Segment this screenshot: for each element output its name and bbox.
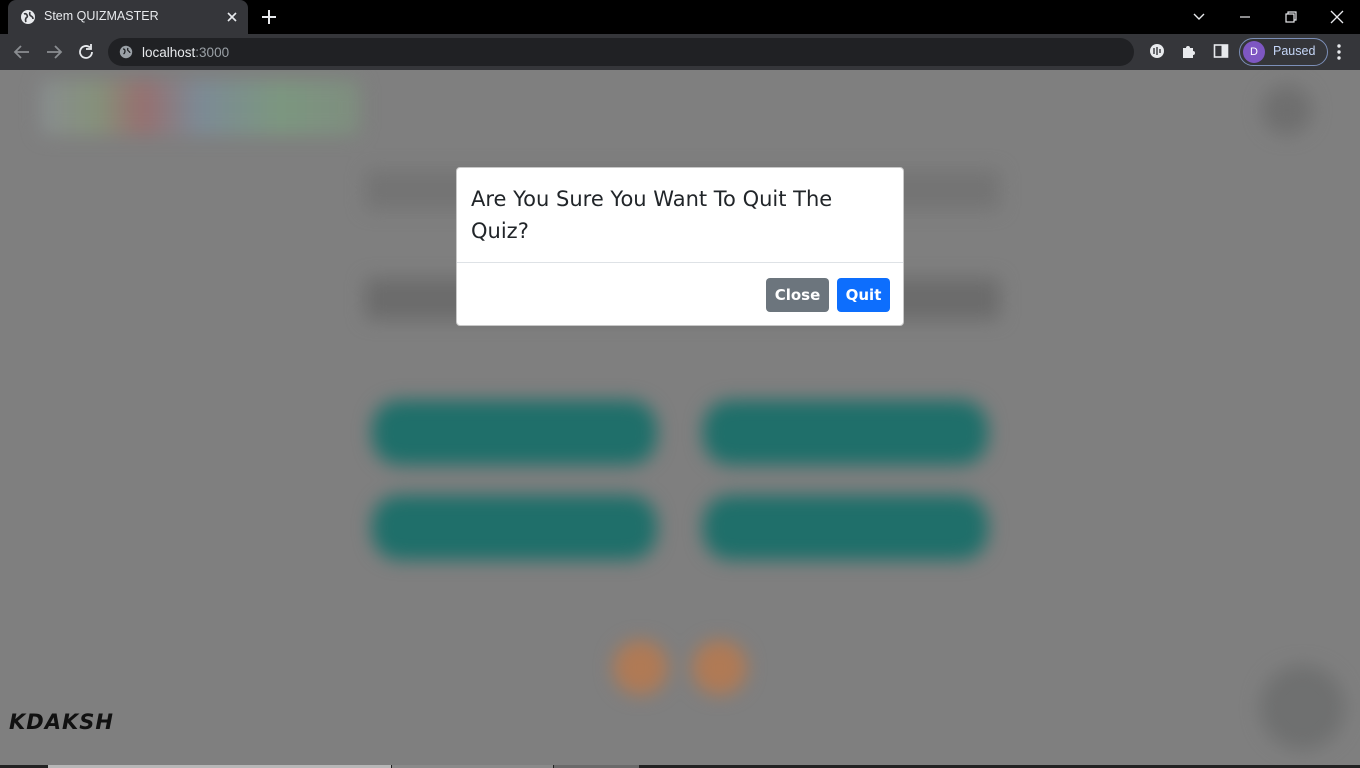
url-host: localhost [142,45,196,60]
nav-dot [692,640,747,695]
menu-icon[interactable] [1330,42,1348,62]
site-info-icon[interactable] [119,45,133,59]
user-avatar [1262,85,1312,135]
dialog-title: Are You Sure You Want To Quit The Quiz? [471,187,833,243]
close-tab-icon[interactable] [224,9,240,25]
forward-icon[interactable] [43,41,65,63]
tab-search-icon[interactable] [1188,6,1210,28]
close-button[interactable]: Close [766,278,829,312]
address-bar[interactable]: localhost:3000 [108,38,1134,66]
restore-icon[interactable] [1280,6,1302,28]
url-port: :3000 [195,45,230,60]
answer-option [703,495,988,560]
brand-watermark: KDAKSH [9,710,114,734]
profile-button[interactable]: D Paused [1239,38,1328,66]
dialog-header: Are You Sure You Want To Quit The Quiz? [457,168,903,263]
reload-icon[interactable] [75,41,97,63]
back-icon[interactable] [11,41,33,63]
side-panel-icon[interactable] [1212,42,1230,60]
answer-option [372,495,657,560]
page-viewport: KDAKSH Are You Sure You Want To Quit The… [0,70,1360,768]
answer-option [703,400,988,465]
avatar: D [1243,41,1265,63]
nav-dot [613,640,668,695]
site-logo [40,80,360,135]
extensions-icon[interactable] [1180,42,1198,60]
tab-strip: Stem QUIZMASTER [0,0,1360,34]
tab-title: Stem QUIZMASTER [44,9,159,23]
new-tab-icon[interactable] [260,8,278,26]
close-window-icon[interactable] [1326,6,1348,28]
quit-button[interactable]: Quit [837,278,890,312]
minimize-icon[interactable] [1234,6,1256,28]
corner-widget [1260,665,1345,750]
browser-tab[interactable]: Stem QUIZMASTER [8,0,248,34]
answer-option [372,400,657,465]
media-icon[interactable] [1148,42,1166,60]
url-text: localhost:3000 [142,45,229,60]
browser-toolbar: localhost:3000 D Paused [0,34,1360,70]
globe-favicon-icon [21,10,35,24]
profile-status: Paused [1273,44,1316,58]
quit-confirm-dialog: Are You Sure You Want To Quit The Quiz? … [456,167,904,326]
